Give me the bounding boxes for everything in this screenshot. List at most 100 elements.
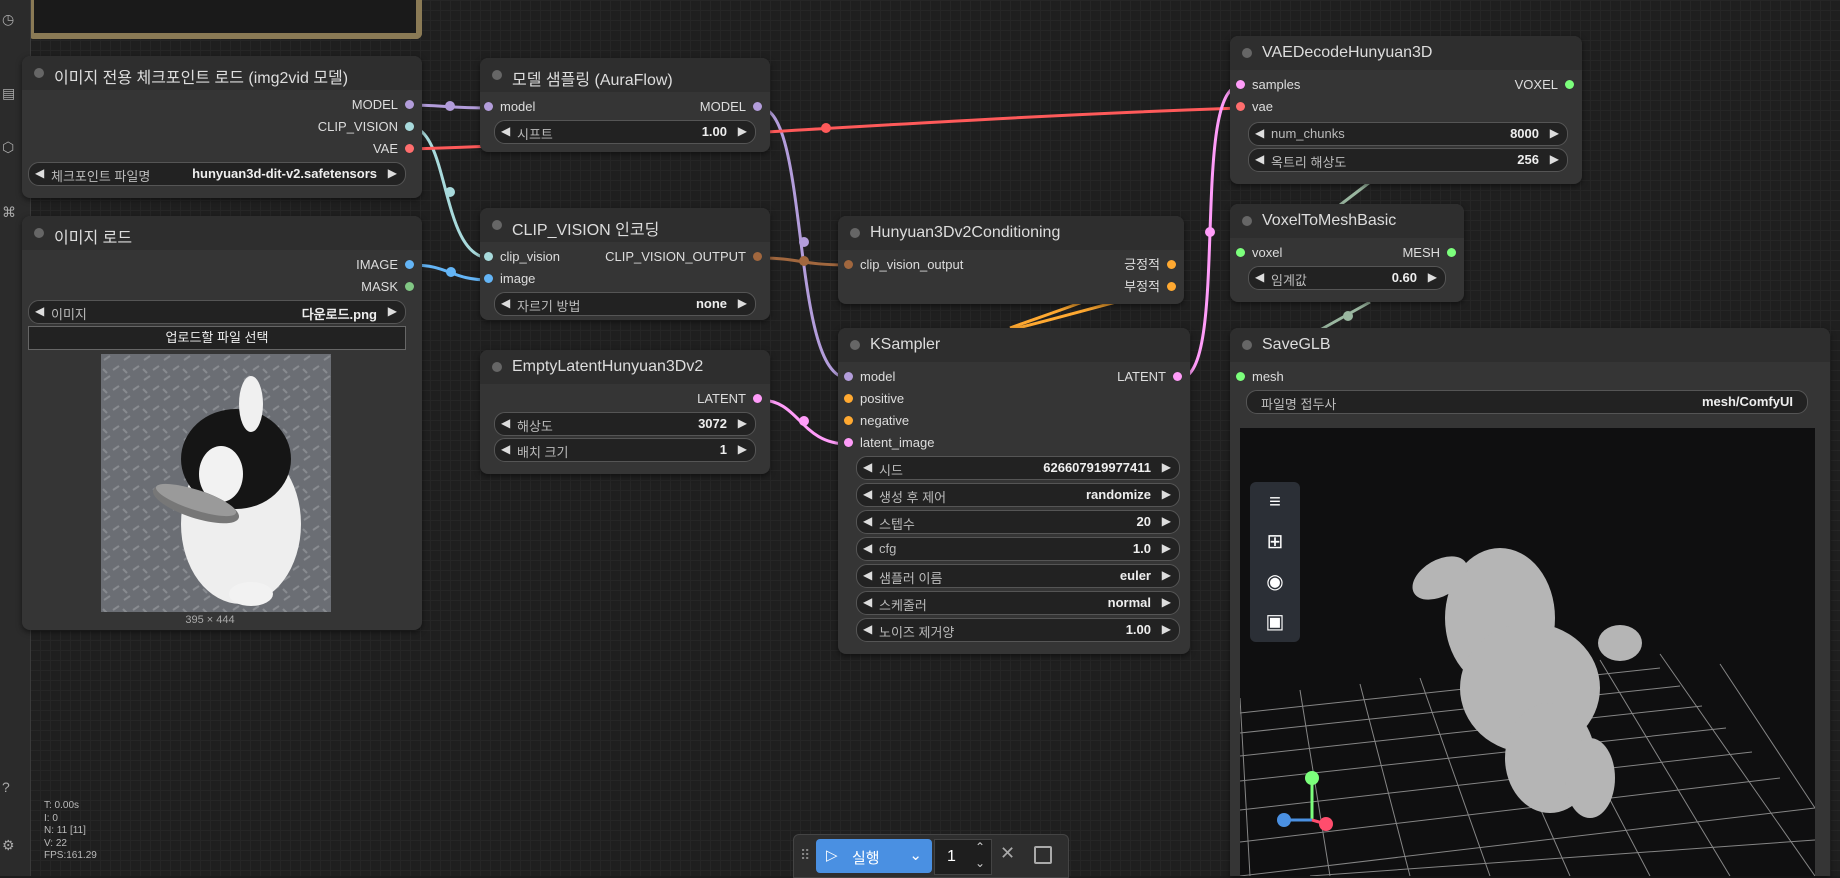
num-chunks-widget[interactable]: ◀ num_chunks 8000 ▶ [1248, 122, 1568, 146]
steps-widget[interactable]: ◀ 스텝수 20 ▶ [856, 510, 1180, 534]
denoise-widget[interactable]: ◀ 노이즈 제거양 1.00 ▶ [856, 618, 1180, 642]
decrement-icon[interactable]: ⌄ [975, 856, 985, 870]
input-image[interactable]: image [484, 270, 535, 288]
play-icon: ▷ [826, 847, 838, 864]
input-vae[interactable]: vae [1236, 98, 1273, 116]
palette-icon[interactable]: ◉ [1261, 568, 1289, 596]
node-title: VoxelToMeshBasic [1262, 212, 1397, 229]
node-title: Hunyuan3Dv2Conditioning [870, 224, 1061, 241]
library-icon[interactable]: ▤ [2, 86, 16, 100]
node-checkpoint-loader[interactable]: 이미지 전용 체크포인트 로드 (img2vid 모델) MODEL CLIP_… [22, 56, 422, 198]
node-clip-vision-encode[interactable]: CLIP_VISION 인코딩 clip_vision image CLIP_V… [480, 208, 770, 320]
collapse-dot-icon[interactable] [850, 228, 860, 238]
mesh-model [1412, 548, 1642, 818]
node-title: 이미지 로드 [54, 230, 133, 247]
node-empty-latent[interactable]: EmptyLatentHunyuan3Dv2 LATENT ◀ 해상도 3072 ▶ … [480, 350, 770, 474]
puppy-image [101, 354, 331, 612]
input-model[interactable]: model [844, 368, 895, 386]
collapse-dot-icon[interactable] [34, 228, 44, 238]
output-latent[interactable]: LATENT [1117, 368, 1182, 386]
output-model[interactable]: MODEL [352, 96, 414, 114]
input-voxel[interactable]: voxel [1236, 244, 1282, 262]
collapse-dot-icon[interactable] [492, 362, 502, 372]
crop-method-widget[interactable]: ◀ 자르기 방법 none ▶ [494, 292, 756, 316]
output-vae[interactable]: VAE [373, 140, 414, 158]
filename-prefix-field[interactable]: 파일명 접두사 mesh/ComfyUI [1246, 390, 1808, 414]
threshold-widget[interactable]: ◀ 임계값 0.60 ▶ [1248, 266, 1446, 290]
run-toolbar: ⠿ ▷ 실행 ⌄ 1 ⌃ ⌄ ✕ [793, 834, 1069, 878]
input-samples[interactable]: samples [1236, 76, 1300, 94]
node-hunyuan-conditioning[interactable]: Hunyuan3Dv2Conditioning clip_vision_outp… [838, 216, 1184, 304]
output-model[interactable]: MODEL [700, 98, 762, 116]
sampler-name-widget[interactable]: ◀ 샘플러 이름 euler ▶ [856, 564, 1180, 588]
collapse-dot-icon[interactable] [1242, 340, 1252, 350]
axis-gizmo [1277, 771, 1333, 831]
output-voxel[interactable]: VOXEL [1515, 76, 1574, 94]
input-clip-vision[interactable]: clip_vision [484, 248, 560, 266]
resolution-widget[interactable]: ◀ 해상도 3072 ▶ [494, 412, 756, 436]
input-latent-image[interactable]: latent_image [844, 434, 934, 452]
node-ksampler[interactable]: KSampler model positive negative latent_… [838, 328, 1190, 654]
output-positive[interactable]: 긍정적 [1124, 256, 1176, 274]
node-title: 모델 샘플링 (AuraFlow) [512, 72, 673, 89]
input-model[interactable]: model [484, 98, 535, 116]
queue-count-stepper[interactable]: 1 ⌃ ⌄ [934, 839, 992, 875]
chevron-down-icon[interactable]: ⌄ [909, 846, 922, 864]
node-voxel-to-mesh[interactable]: VoxelToMeshBasic voxel MESH ◀ 임계값 0.60 ▶ [1230, 204, 1464, 302]
collapse-dot-icon[interactable] [34, 68, 44, 78]
shift-widget[interactable]: ◀ 시프트 1.00 ▶ [494, 120, 756, 144]
drag-handle-icon[interactable]: ⠿ [800, 847, 810, 864]
node-vae-decode[interactable]: VAEDecodeHunyuan3D samples vae VOXEL ◀ nu… [1230, 36, 1582, 184]
output-negative[interactable]: 부정적 [1124, 278, 1176, 296]
image-preview [101, 354, 331, 612]
collapse-dot-icon[interactable] [1242, 216, 1252, 226]
node-title: VAEDecodeHunyuan3D [1262, 44, 1433, 61]
group-frame [28, 0, 422, 39]
help-icon[interactable]: ? [2, 780, 16, 794]
run-label: 실행 [852, 850, 880, 867]
collapse-dot-icon[interactable] [492, 220, 502, 230]
node-title: EmptyLatentHunyuan3Dv2 [512, 358, 704, 375]
image-size-caption: 395 × 444 [185, 614, 235, 626]
output-image[interactable]: IMAGE [356, 256, 414, 274]
node-model-sampling[interactable]: 모델 샘플링 (AuraFlow) model MODEL ◀ 시프트 1.00 ▶ [480, 58, 770, 152]
collapse-dot-icon[interactable] [1242, 48, 1252, 58]
node-load-image[interactable]: 이미지 로드 IMAGE MASK ◀ 이미지 다운로드.png ▶ 업로드할 파일 … [22, 216, 422, 630]
control-after-generate-widget[interactable]: ◀ 생성 후 제어 randomize ▶ [856, 483, 1180, 507]
batch-size-widget[interactable]: ◀ 배치 크기 1 ▶ [494, 438, 756, 462]
octree-resolution-widget[interactable]: ◀ 옥트리 해상도 256 ▶ [1248, 148, 1568, 172]
workflow-icon[interactable]: ⌘ [2, 205, 16, 219]
input-positive[interactable]: positive [844, 390, 904, 408]
cfg-widget[interactable]: ◀ cfg 1.0 ▶ [856, 537, 1180, 561]
increment-icon[interactable]: ⌃ [975, 840, 985, 854]
output-clip-vision-output[interactable]: CLIP_VISION_OUTPUT [605, 248, 762, 266]
3d-viewer[interactable]: ≡ ⊞ ◉ ▣ [1240, 428, 1815, 876]
viewer-toolbar: ≡ ⊞ ◉ ▣ [1250, 482, 1300, 642]
scheduler-widget[interactable]: ◀ 스케줄러 normal ▶ [856, 591, 1180, 615]
node-title: SaveGLB [1262, 336, 1331, 353]
seed-widget[interactable]: ◀ 시드 626607919977411 ▶ [856, 456, 1180, 480]
input-mesh[interactable]: mesh [1236, 368, 1284, 386]
input-clip-vision-output[interactable]: clip_vision_output [844, 256, 963, 274]
collapse-dot-icon[interactable] [850, 340, 860, 350]
output-clip-vision[interactable]: CLIP_VISION [318, 118, 414, 136]
node-title: CLIP_VISION 인코딩 [512, 222, 660, 239]
output-mask[interactable]: MASK [361, 278, 414, 296]
cancel-icon[interactable]: ✕ [1000, 843, 1015, 864]
ckpt-name-widget[interactable]: ◀ 체크포인트 파일명 hunyuan3d-dit-v2.safetensors ▶ [28, 162, 406, 186]
run-button[interactable]: ▷ 실행 ⌄ [816, 839, 932, 873]
history-icon[interactable]: ◷ [2, 12, 16, 26]
collapse-dot-icon[interactable] [492, 70, 502, 80]
image-icon[interactable]: ▣ [1261, 608, 1289, 636]
grid-icon[interactable]: ⊞ [1261, 528, 1289, 556]
input-negative[interactable]: negative [844, 412, 909, 430]
settings-icon[interactable]: ⚙ [2, 838, 16, 852]
stats-overlay: T: 0.00s I: 0 N: 11 [11] V: 22 FPS:161.2… [44, 800, 97, 861]
image-select-widget[interactable]: ◀ 이미지 다운로드.png ▶ [28, 300, 406, 324]
output-latent[interactable]: LATENT [697, 390, 762, 408]
output-mesh[interactable]: MESH [1402, 244, 1456, 262]
stop-icon[interactable] [1034, 846, 1052, 864]
upload-button[interactable]: 업로드할 파일 선택 [28, 326, 406, 350]
cube-icon[interactable]: ⬡ [2, 140, 16, 154]
menu-icon[interactable]: ≡ [1261, 488, 1289, 516]
